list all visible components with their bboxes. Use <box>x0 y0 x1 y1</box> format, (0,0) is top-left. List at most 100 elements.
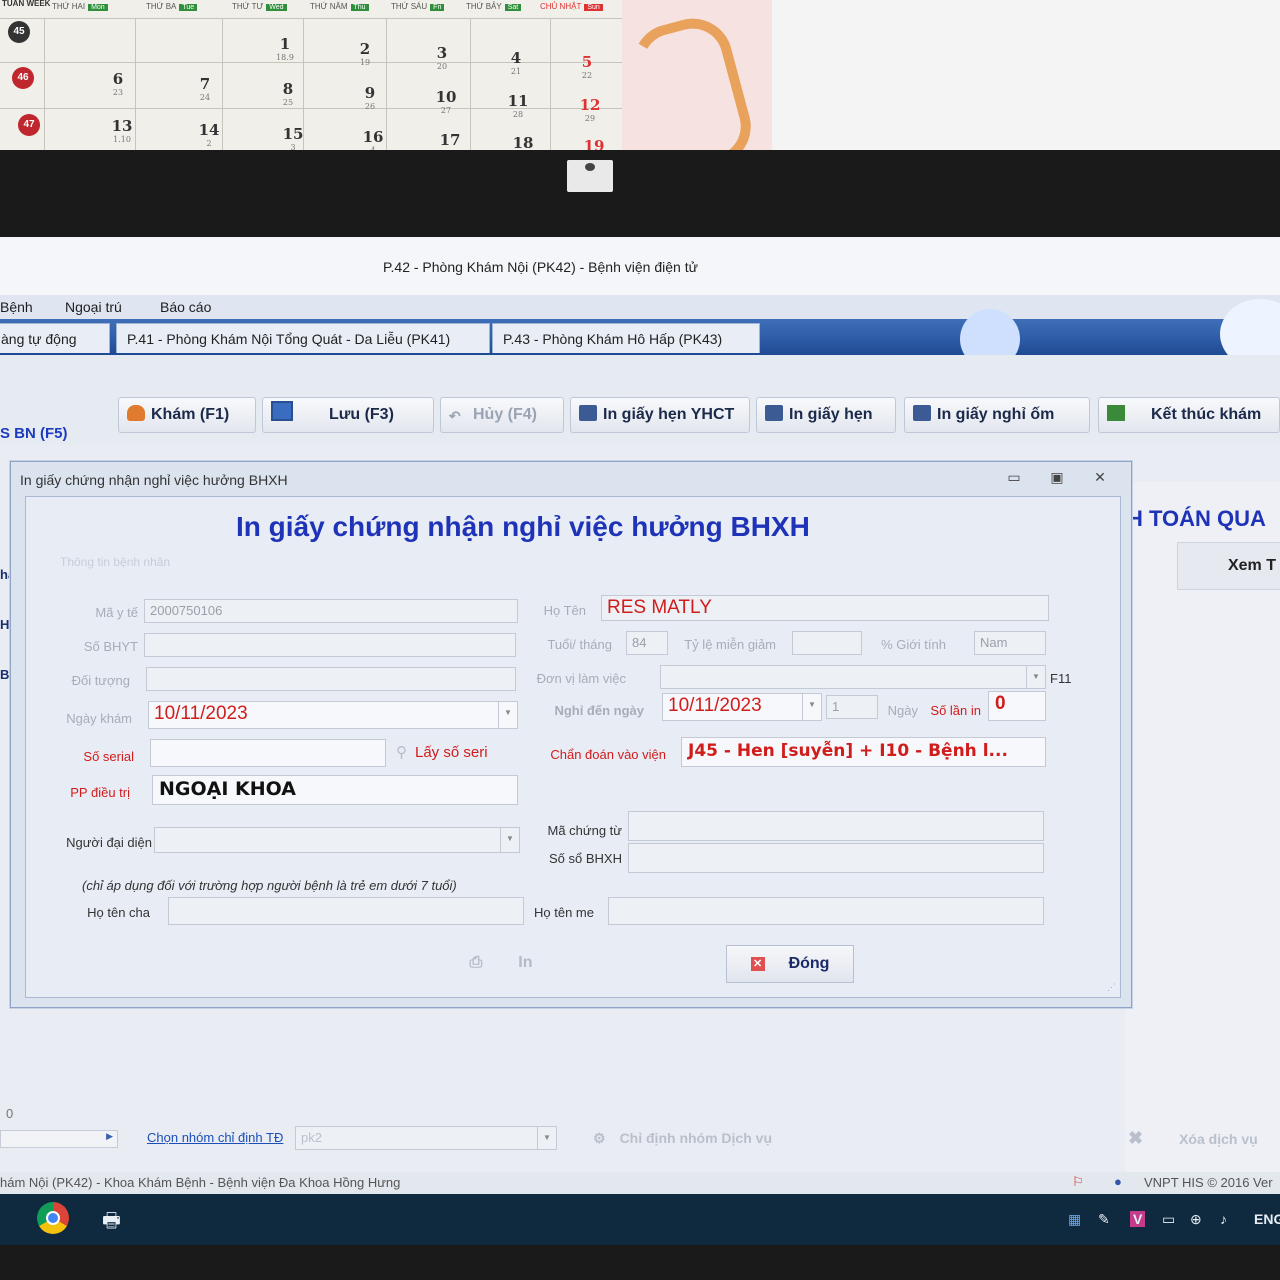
huy-label: Hủy (F4) <box>473 406 537 423</box>
ds-bn-button[interactable]: S BN (F5) <box>0 425 68 442</box>
menu-item-benh[interactable]: Bệnh <box>0 299 33 315</box>
calendar-date: 8 25 <box>282 80 294 107</box>
monitor-bezel-top <box>0 150 1280 240</box>
calendar-day-fri: THỨ SÁU Fri <box>391 2 445 11</box>
xem-button[interactable]: Xem T <box>1177 542 1280 590</box>
dong-label: Đóng <box>788 955 830 972</box>
in-giay-nghi-om-button[interactable]: In giấy nghỉ ốm <box>904 397 1090 433</box>
nhom-select-value: pk2 <box>301 1130 322 1145</box>
chi-dinh-nhom-label: Chỉ định nhóm Dịch vụ <box>619 1130 772 1146</box>
ho-ten-me-label: Họ tên me <box>534 905 594 920</box>
monitor-bezel-bottom <box>0 1245 1280 1280</box>
dong-button[interactable]: ✕ Đóng <box>726 945 854 983</box>
dropdown-arrow-icon[interactable]: ▼ <box>1026 666 1045 688</box>
dropdown-arrow-icon[interactable]: ▼ <box>537 1127 556 1149</box>
luu-label: Lưu (F3) <box>329 406 394 423</box>
calendar-week-label: TUẦN WEEK <box>2 0 51 8</box>
tray-language[interactable]: ENG <box>1254 1211 1280 1227</box>
tray-volume-icon[interactable]: ♪ <box>1220 1211 1227 1227</box>
app-icon[interactable]: 🖶 <box>102 1206 121 1240</box>
huy-button[interactable]: ↶ Hủy (F4) <box>440 397 564 433</box>
tab-bar: àng tự động P.41 - Phòng Khám Nội Tổng Q… <box>0 299 1280 369</box>
tray-network-icon[interactable]: ⊕ <box>1190 1211 1202 1228</box>
tab-pk41[interactable]: P.41 - Phòng Khám Nội Tổng Quát - Da Liễ… <box>116 323 490 353</box>
chon-nhom-link[interactable]: Chọn nhóm chỉ định TĐ <box>147 1130 283 1145</box>
minimize-icon[interactable]: ▭ <box>1003 468 1025 486</box>
tuoi-field[interactable]: 84 <box>626 631 668 655</box>
patient-info-legend: Thông tin bệnh nhân <box>60 555 171 569</box>
gioi-tinh-label: % Giới tính <box>881 637 946 652</box>
info-icon: ● <box>1114 1174 1122 1189</box>
nguoi-dai-dien-field[interactable]: ▼ <box>154 827 520 853</box>
tray-v-icon[interactable]: V <box>1130 1211 1146 1227</box>
tab-auto[interactable]: àng tự động <box>0 323 110 353</box>
in-giay-hen-yhct-button[interactable]: In giấy hẹn YHCT <box>570 397 750 433</box>
webcam-lens <box>585 163 595 171</box>
ngay-kham-field[interactable]: 10/11/2023 ▼ <box>148 701 518 729</box>
don-vi-field[interactable]: ▼ <box>660 665 1046 689</box>
payment-panel-title: H TOÁN QUA <box>1127 506 1266 531</box>
printer-icon: ⎙ <box>469 954 483 971</box>
calendar-dropdown-icon[interactable]: ▼ <box>802 694 821 720</box>
ma-chung-tu-label: Mã chứng từ <box>547 823 623 838</box>
ho-ten-cha-label: Họ tên cha <box>87 905 150 920</box>
luu-button[interactable]: Lưu (F3) <box>262 397 434 433</box>
ma-y-te-field[interactable]: 2000750106 <box>144 599 518 623</box>
menu-item-bao-cao[interactable]: Báo cáo <box>160 299 211 315</box>
ho-ten-label: Họ Tên <box>543 603 586 618</box>
doi-tuong-field[interactable] <box>146 667 516 691</box>
in-giay-hen-button[interactable]: In giấy hẹn <box>756 397 896 433</box>
finish-icon <box>1107 405 1125 421</box>
scroll-right-icon[interactable]: ▶ <box>106 1131 113 1142</box>
horizontal-scrollbar[interactable]: ▶ <box>0 1130 118 1148</box>
pp-dieu-tri-field[interactable]: NGOẠI KHOA <box>152 775 518 805</box>
tray-app-icon[interactable]: ▦ <box>1068 1211 1081 1228</box>
window-title: P.42 - Phòng Khám Nội (PK42) - Bệnh viện… <box>383 259 698 275</box>
ho-ten-cha-field[interactable] <box>168 897 524 925</box>
calendar-date: 10 27 <box>435 88 457 115</box>
in-label: In <box>518 954 533 971</box>
ket-thuc-kham-button[interactable]: Kết thúc khám <box>1098 397 1280 433</box>
ty-le-field[interactable] <box>792 631 862 655</box>
close-icon[interactable]: ✕ <box>1089 468 1111 486</box>
printer-icon <box>579 405 597 421</box>
lay-so-seri-button[interactable]: ⚲ Lấy số seri <box>396 743 488 761</box>
calendar-date: 2 19 <box>359 40 371 67</box>
tab-pk43[interactable]: P.43 - Phòng Khám Hô Hấp (PK43) <box>492 323 760 353</box>
calendar-day-sat: THỨ BẢY Sat <box>466 2 522 11</box>
tray-device-icon[interactable]: ▭ <box>1162 1211 1175 1228</box>
chi-dinh-nhom-button[interactable]: ⚙ Chỉ định nhóm Dịch vụ <box>593 1130 772 1147</box>
ho-ten-field[interactable]: RES MATLY <box>601 595 1049 621</box>
dropdown-arrow-icon[interactable]: ▼ <box>500 828 519 852</box>
kham-button[interactable]: Khám (F1) <box>118 397 256 433</box>
calendar-date: 1 18.9 <box>276 35 294 62</box>
xoa-dich-vu-button[interactable]: ✖ Xóa dịch vụ <box>1128 1128 1258 1149</box>
so-so-bhxh-field[interactable] <box>628 843 1044 873</box>
maximize-icon[interactable]: ▣ <box>1046 468 1068 486</box>
tray-unikey-icon[interactable]: ✎ <box>1098 1211 1110 1228</box>
in-giay-nghi-om-label: In giấy nghỉ ốm <box>937 406 1055 423</box>
so-bhyt-field[interactable] <box>144 633 516 657</box>
so-serial-field[interactable] <box>150 739 386 767</box>
resize-grip-icon[interactable]: ⋰ <box>1107 982 1116 993</box>
ma-y-te-label: Mã y tế <box>95 605 138 620</box>
nghi-den-ngay-field[interactable]: 10/11/2023 ▼ <box>662 693 822 721</box>
calendar-date: 3 20 <box>436 44 448 71</box>
in-button[interactable]: ⎙ In <box>446 945 556 983</box>
copyright-text: VNPT HIS © 2016 Ver <box>1144 1175 1273 1190</box>
printer-icon <box>765 405 783 421</box>
nhom-select[interactable]: pk2 ▼ <box>295 1126 557 1150</box>
dialog-window-title: In giấy chứng nhận nghỉ việc hưởng BHXH <box>20 472 288 488</box>
gioi-tinh-field[interactable]: Nam <box>974 631 1046 655</box>
calendar-divider <box>470 18 471 165</box>
left-panel-text: H <box>0 617 10 632</box>
so-lan-in-field[interactable]: 0 <box>988 691 1046 721</box>
chan-doan-field[interactable]: J45 - Hen [suyễn] + I10 - Bệnh l... <box>681 737 1046 767</box>
calendar-dropdown-icon[interactable]: ▼ <box>498 702 517 728</box>
nghi-den-ngay-value: 10/11/2023 <box>668 695 762 716</box>
so-ngay-field[interactable]: 1 <box>826 695 878 719</box>
ma-chung-tu-field[interactable] <box>628 811 1044 841</box>
menu-item-ngoai-tru[interactable]: Ngoại trú <box>65 299 122 315</box>
chrome-icon[interactable] <box>37 1202 69 1234</box>
ho-ten-me-field[interactable] <box>608 897 1044 925</box>
